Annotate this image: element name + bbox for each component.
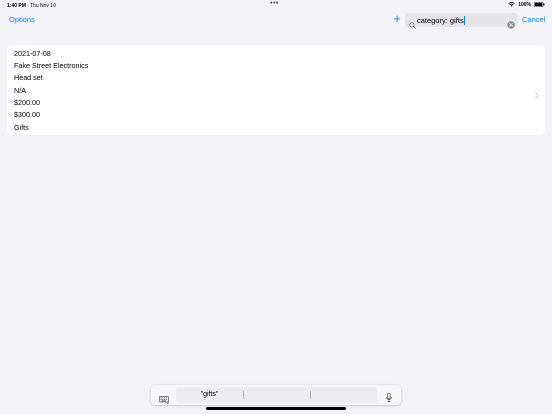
chevron-right-icon bbox=[535, 86, 539, 104]
cancel-button[interactable]: Cancel bbox=[522, 15, 545, 24]
result-date: 2021-07-08 bbox=[14, 49, 51, 58]
result-total: $300.00 bbox=[14, 110, 40, 119]
options-button[interactable]: Options bbox=[9, 15, 35, 24]
keyboard-icon[interactable] bbox=[159, 391, 170, 409]
status-indicators: 100% bbox=[508, 2, 545, 8]
suggestion-1[interactable]: "gifts" bbox=[176, 387, 243, 403]
wifi-icon bbox=[508, 2, 515, 7]
microphone-icon[interactable] bbox=[386, 390, 392, 408]
autocorrect-suggestions: "gifts" bbox=[176, 387, 377, 403]
search-result-row[interactable]: 2021-07-08 Fake Street Electronics Head … bbox=[7, 45, 545, 135]
home-indicator[interactable] bbox=[206, 407, 346, 410]
suggestion-2[interactable] bbox=[243, 387, 310, 403]
result-detail: N/A bbox=[14, 86, 26, 95]
result-category: Gifts bbox=[14, 123, 29, 132]
search-field[interactable]: category: gifts bbox=[405, 13, 518, 29]
status-time: 1:40 PM bbox=[7, 2, 26, 9]
search-icon bbox=[409, 16, 416, 34]
navigation-bar: Options + category: gifts Cancel bbox=[0, 10, 552, 30]
status-bar: 1:40 PM Thu Nov 10 ••• 100% bbox=[0, 0, 552, 10]
search-query-text: category: gifts bbox=[417, 16, 464, 25]
clear-icon[interactable] bbox=[507, 16, 515, 34]
suggestion-3[interactable] bbox=[310, 387, 377, 403]
text-caret bbox=[464, 16, 466, 25]
result-store: Fake Street Electronics bbox=[14, 61, 89, 70]
result-item: Head set bbox=[14, 73, 43, 82]
add-button[interactable]: + bbox=[391, 12, 403, 26]
search-input[interactable]: category: gifts bbox=[417, 16, 466, 25]
battery-percent: 100% bbox=[518, 1, 531, 8]
result-price: $200.00 bbox=[14, 98, 40, 107]
status-date: Thu Nov 10 bbox=[30, 2, 56, 9]
battery-icon bbox=[534, 2, 545, 7]
multitasking-dots[interactable]: ••• bbox=[270, 0, 279, 7]
keyboard-shortcut-bar: "gifts" bbox=[151, 385, 401, 405]
